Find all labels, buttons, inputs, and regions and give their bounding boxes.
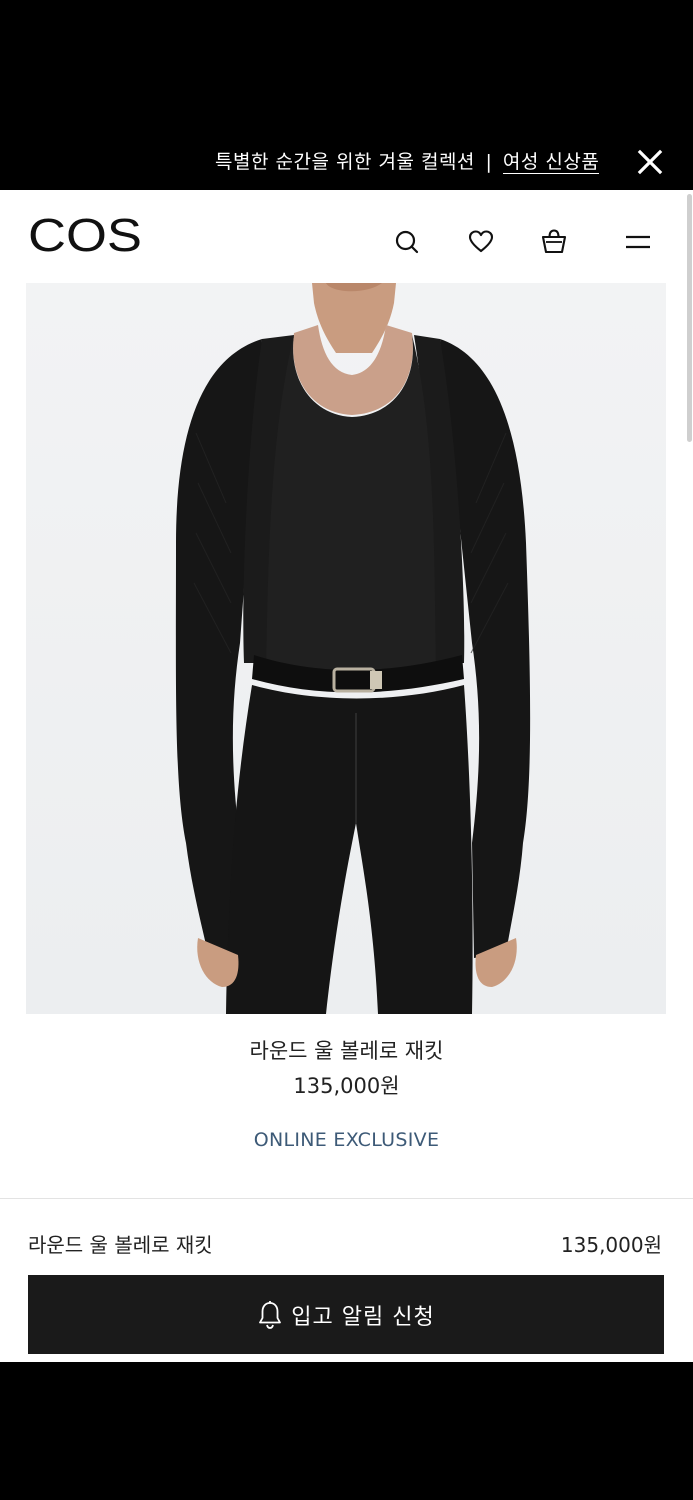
menu-icon[interactable] (624, 228, 652, 256)
restock-notify-label: 입고 알림 신청 (291, 1304, 435, 1330)
status-area (0, 0, 693, 132)
search-icon[interactable] (393, 228, 421, 256)
site-header: COS (0, 190, 685, 282)
product-name: 라운드 울 볼레로 재킷 (249, 1039, 444, 1063)
promo-text: 특별한 순간을 위한 겨울 컬렉션 (215, 151, 475, 173)
promo-link[interactable]: 여성 신상품 (502, 151, 600, 174)
online-exclusive-badge: ONLINE EXCLUSIVE (253, 1129, 440, 1151)
product-photo-illustration (26, 283, 666, 1014)
heart-icon[interactable] (467, 228, 495, 256)
promo-text-container: 특별한 순간을 위한 겨울 컬렉션 | 여성 신상품 (215, 148, 625, 176)
product-price: 135,000원 (293, 1074, 400, 1098)
sticky-product-price: 135,000원 (560, 1233, 662, 1257)
promo-banner: 특별한 순간을 위한 겨울 컬렉션 | 여성 신상품 (0, 132, 693, 190)
scrollbar-thumb[interactable] (687, 194, 692, 442)
product-page: COS 라운드 울 볼레로 재킷 135,000원 ONLINE EXCLUSI… (0, 190, 693, 1362)
restock-notify-button[interactable]: 입고 알림 신청 (28, 1275, 664, 1354)
promo-separator: | (485, 151, 493, 173)
scrollbar[interactable] (685, 190, 693, 1362)
sticky-product-name: 라운드 울 볼레로 재킷 (28, 1233, 213, 1257)
bell-icon (259, 1300, 282, 1329)
svg-text:COS: COS (28, 214, 142, 256)
divider (0, 1198, 693, 1199)
product-image[interactable] (26, 283, 666, 1014)
cos-logo[interactable]: COS (28, 214, 144, 256)
close-icon[interactable] (636, 148, 664, 176)
bag-icon[interactable] (540, 228, 568, 256)
